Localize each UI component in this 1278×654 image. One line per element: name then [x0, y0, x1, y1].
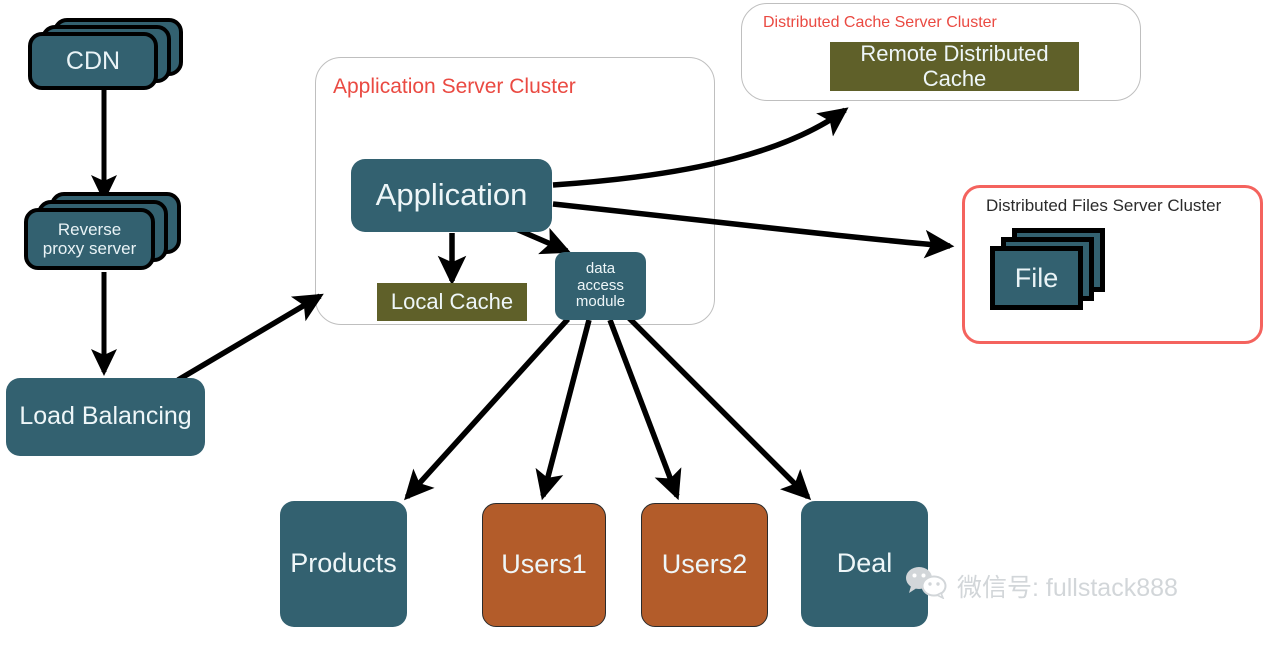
node-file-label: File — [1014, 262, 1059, 293]
node-load-balancing[interactable]: Load Balancing — [6, 378, 205, 456]
node-users2-label: Users2 — [661, 549, 748, 580]
arrow-data-access-to-products — [404, 317, 571, 501]
node-data-access-module-label-line2: access — [577, 276, 624, 294]
arrow-load-balancing-to-application-cluster — [176, 293, 324, 383]
cluster-distributed-files-server-title: Distributed Files Server Cluster — [986, 196, 1222, 215]
node-deal[interactable]: Deal — [801, 501, 928, 627]
watermark: 微信号: fullstack888 — [905, 565, 1178, 606]
node-deal-label: Deal — [836, 548, 893, 579]
node-remote-distributed-cache[interactable]: Remote Distributed Cache — [830, 42, 1079, 91]
file-stack-layer-1: File — [990, 246, 1083, 310]
node-users2[interactable]: Users2 — [641, 503, 768, 627]
node-reverse-proxy-label-line1: Reverse — [57, 219, 122, 239]
reverse-proxy-stack-layer-1: Reverse proxy server — [24, 208, 155, 270]
node-file[interactable]: File — [990, 228, 1105, 313]
node-data-access-module-label-line3: module — [575, 293, 626, 311]
node-load-balancing-label: Load Balancing — [19, 402, 192, 431]
node-data-access-module-label-line1: data — [585, 260, 616, 278]
node-local-cache[interactable]: Local Cache — [377, 283, 527, 321]
cluster-application-server-title: Application Server Cluster — [333, 75, 576, 98]
node-local-cache-label: Local Cache — [390, 288, 514, 314]
node-products[interactable]: Products — [280, 501, 407, 627]
node-application-label: Application — [375, 177, 528, 213]
node-reverse-proxy-server[interactable]: Reverse proxy server — [24, 192, 184, 274]
node-users1-label: Users1 — [501, 549, 587, 580]
arrow-data-access-to-users2 — [607, 319, 682, 501]
node-data-access-module[interactable]: data access module — [555, 252, 646, 320]
wechat-icon — [905, 565, 947, 606]
architecture-diagram: Application Server Cluster Distributed C… — [0, 0, 1278, 654]
arrow-data-access-to-deal — [627, 316, 812, 501]
cluster-distributed-cache-server-title: Distributed Cache Server Cluster — [763, 14, 997, 31]
node-application[interactable]: Application — [351, 159, 552, 232]
node-cdn[interactable]: CDN — [28, 18, 183, 90]
node-remote-distributed-cache-label: Remote Distributed Cache — [860, 41, 1049, 91]
node-reverse-proxy-label-line2: proxy server — [42, 239, 137, 258]
watermark-text: 微信号: fullstack888 — [957, 573, 1178, 602]
arrow-data-access-to-users1 — [535, 319, 592, 501]
cdn-stack-layer-1: CDN — [28, 32, 158, 90]
node-products-label: Products — [290, 548, 397, 579]
node-cdn-label: CDN — [65, 47, 121, 75]
node-users1[interactable]: Users1 — [482, 503, 606, 627]
